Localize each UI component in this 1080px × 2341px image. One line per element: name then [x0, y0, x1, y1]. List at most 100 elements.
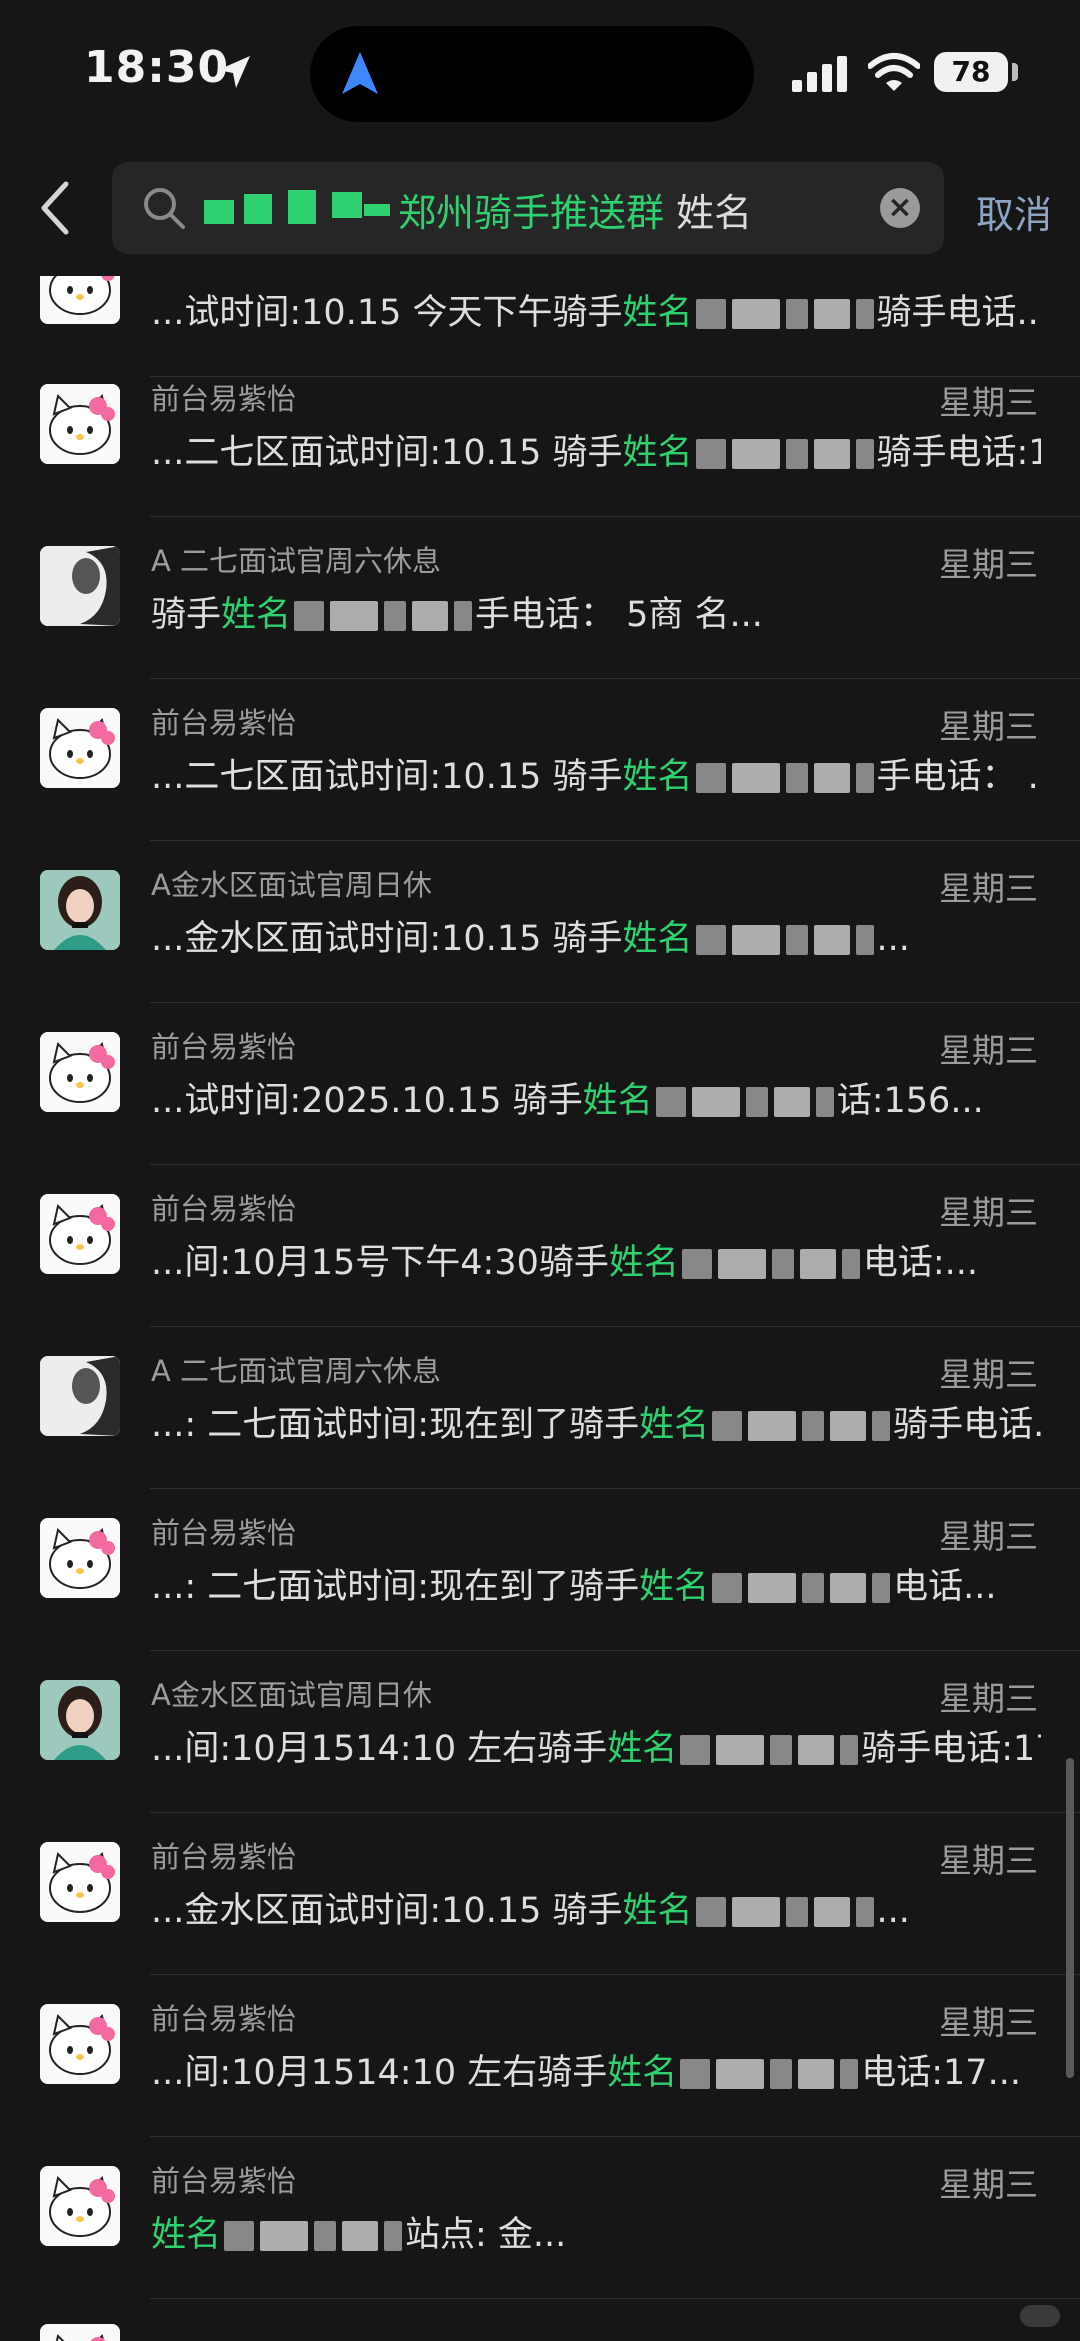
redacted-mark: [785, 1897, 808, 1927]
message-snippet: ...金水区面试时间:10.15 骑手姓名...: [151, 1882, 1041, 1933]
redacted-mark: [799, 1249, 836, 1279]
redacted-mark: [748, 1411, 797, 1441]
redacted-mark: [830, 1573, 867, 1603]
avatar: [40, 1194, 120, 1274]
redacted-block: [693, 919, 877, 959]
redacted-mark: [680, 1735, 711, 1765]
redacted-mark: [872, 1573, 891, 1603]
snippet-prefix: ...金水区面试时间:10.15 骑手: [151, 1891, 623, 1931]
scrollbar[interactable]: [1066, 1758, 1074, 2078]
result-row[interactable]: 前台易紫怡 星期三 ...二七区面试时间:10.15 骑手姓名 骑手电话:1...: [0, 356, 1080, 517]
back-chevron-icon[interactable]: [36, 178, 76, 238]
redacted-mark: [841, 1249, 860, 1279]
redacted-mark: [840, 2059, 859, 2089]
cellular-signal-icon: [792, 56, 847, 92]
result-row[interactable]: 前台易紫怡 星期三 ...试时间:2025.10.15 骑手姓名 话:156...: [0, 1004, 1080, 1165]
message-snippet: ...二七区面试时间:10.15 骑手姓名 手电话： ...: [151, 748, 1041, 799]
snippet-prefix: ...间:10月15号下午4:30骑手: [151, 1243, 609, 1283]
battery-cap: [1012, 63, 1018, 81]
snippet-suffix: 骑手电话:1...: [876, 433, 1041, 473]
redacted-mark: [855, 925, 874, 955]
sender-name: A 二七面试官周六休息: [151, 1354, 442, 1388]
redacted-mark: [314, 2221, 337, 2251]
avatar: [40, 1842, 120, 1922]
redacted-block: [653, 1081, 837, 1121]
result-row[interactable]: [0, 2296, 1080, 2341]
watermark-badge: [1020, 2305, 1060, 2327]
message-snippet: ...: 二七面试时间:现在到了骑手姓名 骑手电话...: [151, 1396, 1041, 1447]
snippet-prefix: ...: 二七面试时间:现在到了骑手: [151, 1405, 640, 1445]
redacted-mark: [681, 1249, 712, 1279]
status-bar: 18:30 78: [0, 0, 1080, 150]
redacted-mark: [855, 439, 874, 469]
message-date: 星期三: [939, 2165, 1038, 2204]
redacted-mark: [745, 1087, 768, 1117]
avatar: [40, 2324, 120, 2341]
result-row[interactable]: A 二七面试官周六休息 星期三 骑手姓名 手电话： 5商 名...: [0, 518, 1080, 679]
redacted-mark: [731, 439, 780, 469]
message-snippet: ...: 二七面试时间:现在到了骑手姓名 电话...: [151, 1558, 1041, 1609]
snippet-suffix: 电话:17...: [861, 2053, 1021, 2093]
keyword-highlight: 姓名: [221, 595, 292, 635]
redacted-mark: [384, 2221, 403, 2251]
redacted-mark: [813, 439, 850, 469]
snippet-suffix: 手电话： ...: [876, 757, 1041, 797]
redacted-mark: [717, 1249, 766, 1279]
redacted-mark: [731, 925, 780, 955]
redacted-mark: [798, 1735, 835, 1765]
redacted-block: [679, 1243, 863, 1283]
message-date: 星期三: [939, 545, 1038, 584]
redacted-block: [693, 433, 877, 473]
result-row[interactable]: 前台易紫怡 星期三 姓名 站点: 金...: [0, 2138, 1080, 2299]
redacted-mark: [695, 925, 726, 955]
message-date: 星期三: [939, 869, 1038, 908]
keyword-highlight: 姓名: [608, 1243, 679, 1283]
result-row[interactable]: A 二七面试官周六休息 星期三 ...: 二七面试时间:现在到了骑手姓名 骑手电话..…: [0, 1328, 1080, 1489]
result-row[interactable]: A金水区面试官周日休 星期三 ...间:10月1514:10 左右骑手姓名 骑手电话:…: [0, 1652, 1080, 1813]
message-snippet: ...二七区面试时间:10.15 骑手姓名 骑手电话:1...: [151, 424, 1041, 475]
message-date: 星期三: [939, 1031, 1038, 1070]
redacted-block: [709, 1567, 893, 1607]
redacted-mark: [716, 1735, 765, 1765]
redacted-mark: [695, 1897, 726, 1927]
message-date: 星期三: [939, 1355, 1038, 1394]
redacted-mark: [872, 1411, 891, 1441]
cancel-button[interactable]: 取消: [976, 184, 1052, 239]
redacted-block: [221, 2215, 405, 2255]
row-divider: [150, 1326, 1080, 1327]
redacted-block: [693, 757, 877, 797]
snippet-prefix: ...金水区面试时间:10.15 骑手: [151, 919, 623, 959]
redacted-mark: [813, 763, 850, 793]
redacted-mark: [748, 1573, 797, 1603]
snippet-suffix: 电话...: [893, 1567, 997, 1607]
avatar: [40, 1032, 120, 1112]
redacted-mark: [294, 601, 325, 631]
avatar: [40, 546, 120, 626]
message-snippet: ...间:10月15号下午4:30骑手姓名 电话:...: [151, 1234, 1041, 1285]
keyword-highlight: 姓名: [622, 433, 693, 473]
redacted-block: [677, 1729, 861, 1769]
result-row[interactable]: A金水区面试官周日休 星期三 ...金水区面试时间:10.15 骑手姓名...: [0, 842, 1080, 1003]
snippet-suffix: 话:156...: [836, 1081, 984, 1121]
search-input[interactable]: 郑州骑手推送群 姓名 ×: [112, 162, 944, 254]
message-snippet: ...间:10月1514:10 左右骑手姓名 骑手电话:17...: [151, 1720, 1041, 1771]
redacted-mark: [802, 1411, 825, 1441]
result-row[interactable]: 前台易紫怡 星期三 ...: 二七面试时间:现在到了骑手姓名 电话...: [0, 1490, 1080, 1651]
snippet-suffix: 骑手电话:17...: [861, 1729, 1041, 1769]
avatar: [40, 2004, 120, 2084]
redacted-block: [693, 1891, 877, 1931]
result-row[interactable]: 前台易紫怡 星期三 ...金水区面试时间:10.15 骑手姓名...: [0, 1814, 1080, 1975]
redacted-mark: [342, 2221, 379, 2251]
redacted-mark: [712, 1411, 743, 1441]
message-date: 星期三: [939, 1679, 1038, 1718]
result-row[interactable]: 前台易紫怡 星期三 ...二七区面试时间:10.15 骑手姓名 手电话： ...: [0, 680, 1080, 841]
clear-icon[interactable]: ×: [880, 188, 920, 228]
sender-name: 前台易紫怡: [151, 2002, 297, 2036]
row-divider: [150, 1164, 1080, 1165]
result-row[interactable]: 前台易紫怡 星期三 ...间:10月1514:10 左右骑手姓名 电话:17...: [0, 1976, 1080, 2137]
result-row[interactable]: 前台易紫怡 星期三 ...间:10月15号下午4:30骑手姓名 电话:...: [0, 1166, 1080, 1327]
message-snippet: ...间:10月1514:10 左右骑手姓名 电话:17...: [151, 2044, 1041, 2095]
search-query: 郑州骑手推送群 姓名: [398, 182, 752, 237]
keyword-highlight: 姓名: [622, 919, 693, 959]
keyword-highlight: 姓名: [622, 293, 693, 333]
